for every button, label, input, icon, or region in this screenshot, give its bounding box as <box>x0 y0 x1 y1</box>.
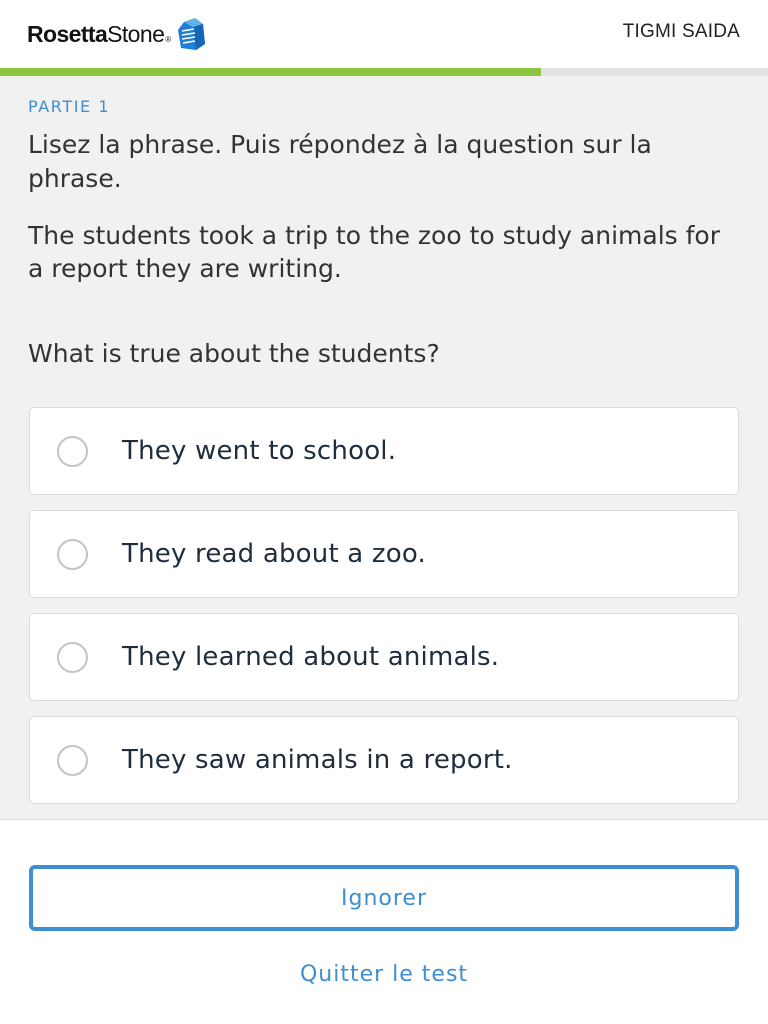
brand-word-rosetta: Rosetta <box>27 20 108 47</box>
answer-option-1[interactable]: They went to school. <box>29 407 739 495</box>
skip-button[interactable]: Ignorer <box>29 865 739 931</box>
header: RosettaStone ® TIGMI SAIDA <box>0 0 768 68</box>
radio-unchecked-icon[interactable] <box>57 436 88 467</box>
answer-options: They went to school. They read about a z… <box>29 407 739 819</box>
brand-wordmark: RosettaStone <box>27 20 165 48</box>
answer-option-label: They read about a zoo. <box>122 539 426 569</box>
answer-option-2[interactable]: They read about a zoo. <box>29 510 739 598</box>
exercise-panel: PARTIE 1 Lisez la phrase. Puis répondez … <box>0 76 768 820</box>
section-label: PARTIE 1 <box>28 97 111 116</box>
radio-unchecked-icon[interactable] <box>57 642 88 673</box>
quit-test-link[interactable]: Quitter le test <box>0 962 768 987</box>
brand-word-stone: Stone <box>107 20 165 47</box>
rosetta-stone-mark-icon <box>178 18 206 50</box>
answer-option-label: They went to school. <box>122 436 397 466</box>
answer-option-label: They learned about animals. <box>122 642 500 672</box>
instruction-text: Lisez la phrase. Puis répondez à la ques… <box>28 130 652 193</box>
answer-option-label: They saw animals in a report. <box>122 745 513 775</box>
progress-bar-fill <box>0 68 542 76</box>
radio-unchecked-icon[interactable] <box>57 745 88 776</box>
brand-registered-mark: ® <box>165 34 172 44</box>
user-name[interactable]: TIGMI SAIDA <box>623 21 740 43</box>
answer-option-3[interactable]: They learned about animals. <box>29 613 739 701</box>
answer-option-4[interactable]: They saw animals in a report. <box>29 716 739 804</box>
progress-bar <box>0 68 768 76</box>
passage-text: The students took a trip to the zoo to s… <box>28 221 720 283</box>
brand-logo: RosettaStone ® <box>27 16 207 52</box>
question-text: What is true about the students? <box>28 339 440 368</box>
app: RosettaStone ® TIGMI SAIDA PARTIE 1 Lise… <box>0 0 768 1024</box>
radio-unchecked-icon[interactable] <box>57 539 88 570</box>
